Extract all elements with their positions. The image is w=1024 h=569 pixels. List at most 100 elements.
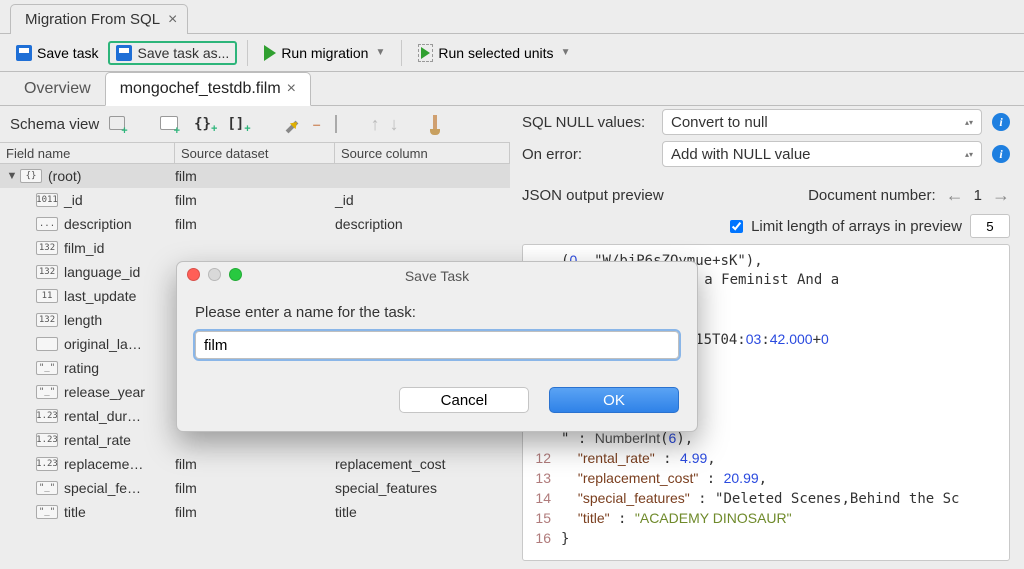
select-arrows-icon: ▴▾ [965, 151, 973, 158]
arrow-down-icon[interactable]: ↓ [390, 114, 399, 135]
task-name-input[interactable] [195, 331, 679, 359]
arrow-up-icon[interactable]: ↑ [371, 114, 380, 135]
save-task-as-label: Save task as... [137, 45, 229, 61]
window-zoom-icon[interactable] [229, 268, 242, 281]
window-minimize-icon [208, 268, 221, 281]
run-migration-button[interactable]: Run migration ▼ [258, 41, 391, 65]
type-pill: 132 [36, 241, 58, 255]
field-name: rating [64, 360, 99, 376]
field-name: _id [64, 192, 83, 208]
field-name: special_fe… [64, 480, 141, 496]
type-pill: "_" [36, 505, 58, 519]
select-arrows-icon: ▴▾ [965, 119, 973, 126]
source-column: special_features [335, 480, 504, 496]
limit-array-value[interactable] [970, 214, 1010, 238]
main-tab-migration[interactable]: Migration From SQL × [10, 4, 188, 34]
tree-row[interactable]: "_" special_fe… filmspecial_features [0, 476, 510, 500]
on-error-select[interactable]: Add with NULL value ▴▾ [662, 141, 982, 167]
field-name: replaceme… [64, 456, 143, 472]
toolbar-separator [247, 40, 248, 66]
type-pill: "_" [36, 385, 58, 399]
edit-icon[interactable] [285, 116, 299, 132]
save-task-button[interactable]: Save task [10, 41, 104, 65]
save-task-as-button[interactable]: Save task as... [108, 41, 237, 65]
type-pill: "_" [36, 481, 58, 495]
source-column: replacement_cost [335, 456, 504, 472]
save-task-label: Save task [37, 45, 98, 61]
type-pill: "_" [36, 361, 58, 375]
source-dataset: film [175, 216, 335, 232]
trash-icon[interactable] [335, 116, 337, 132]
type-pill: ... [36, 217, 58, 231]
next-doc-icon[interactable]: → [992, 185, 1010, 206]
dialog-title: Save Task [405, 268, 469, 284]
chevron-down-icon: ▼ [561, 47, 571, 58]
info-icon[interactable]: i [992, 145, 1010, 163]
add-object-icon[interactable]: {}+ [194, 116, 217, 132]
run-selected-button[interactable]: Run selected units ▼ [412, 40, 576, 66]
source-dataset: film [175, 192, 335, 208]
document-number-label: Document number: [808, 187, 936, 204]
col-field-name[interactable]: Field name [0, 143, 175, 163]
json-preview-label: JSON output preview [522, 187, 664, 204]
run-migration-label: Run migration [281, 45, 368, 61]
disclosure-triangle-icon[interactable]: ▼ [6, 170, 18, 182]
type-pill [36, 337, 58, 351]
add-field-icon[interactable]: + [109, 116, 131, 133]
cancel-button[interactable]: Cancel [399, 387, 529, 413]
field-name: last_update [64, 288, 136, 304]
source-dataset: film [175, 504, 335, 520]
document-number-value: 1 [974, 187, 982, 204]
schema-view-label: Schema view [10, 116, 99, 133]
tree-row[interactable]: 1011_idfilm_id [0, 188, 510, 212]
source-column: title [335, 504, 504, 520]
close-icon[interactable]: × [287, 80, 296, 97]
window-close-icon[interactable] [187, 268, 200, 281]
tree-row[interactable]: ...descriptionfilmdescription [0, 212, 510, 236]
add-array-icon[interactable]: []+ [227, 116, 250, 132]
close-icon[interactable]: × [168, 12, 177, 28]
field-name: title [64, 504, 86, 520]
source-column: _id [335, 192, 504, 208]
tab-film[interactable]: mongochef_testdb.film× [105, 72, 311, 106]
tree-row[interactable]: "_"titlefilmtitle [0, 500, 510, 524]
null-values-select[interactable]: Convert to null ▴▾ [662, 109, 982, 135]
field-name: release_year [64, 384, 145, 400]
type-pill: 132 [36, 313, 58, 327]
info-icon[interactable]: i [992, 113, 1010, 131]
source-dataset: film [175, 456, 335, 472]
field-name: rental_rate [64, 432, 131, 448]
source-dataset: film [175, 480, 335, 496]
type-pill: 1.23 [36, 433, 58, 447]
type-pill: 1.23 [36, 409, 58, 423]
save-icon [16, 45, 32, 61]
play-selected-icon [418, 44, 433, 62]
brush-icon[interactable] [433, 115, 437, 134]
type-pill: 132 [36, 265, 58, 279]
tree-row[interactable]: 1.23 replaceme… filmreplacement_cost [0, 452, 510, 476]
limit-array-checkbox[interactable] [730, 220, 743, 233]
play-icon [264, 45, 276, 61]
tab-overview[interactable]: Overview [10, 73, 105, 105]
source-column: description [335, 216, 504, 232]
null-values-label: SQL NULL values: [522, 114, 652, 131]
col-source-dataset[interactable]: Source dataset [175, 143, 335, 163]
field-name: original_la… [64, 336, 142, 352]
field-name: film_id [64, 240, 104, 256]
tree-row[interactable]: ▼{}(root)film [0, 164, 510, 188]
type-pill: 1.23 [36, 457, 58, 471]
add-grid-icon[interactable]: + [160, 116, 184, 133]
prev-doc-icon[interactable]: ← [946, 185, 964, 206]
field-name: (root) [48, 168, 81, 184]
tree-row[interactable]: 132 film_id [0, 236, 510, 260]
field-name: rental_dur… [64, 408, 141, 424]
ok-button[interactable]: OK [549, 387, 679, 413]
chevron-down-icon: ▼ [375, 47, 385, 58]
type-pill: {} [20, 169, 42, 183]
field-name: language_id [64, 264, 140, 280]
save-as-icon [116, 45, 132, 61]
toolbar-separator [401, 40, 402, 66]
on-error-label: On error: [522, 146, 652, 163]
col-source-column[interactable]: Source column [335, 143, 510, 163]
remove-icon[interactable]: – [309, 116, 325, 132]
